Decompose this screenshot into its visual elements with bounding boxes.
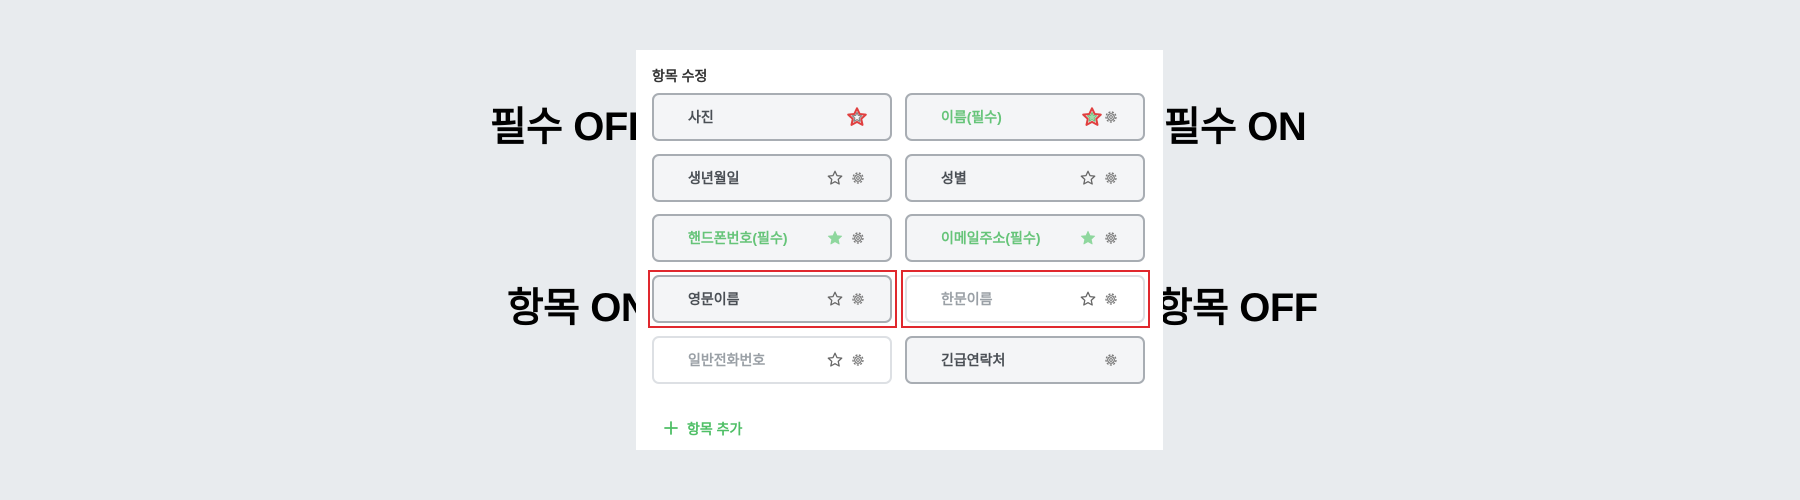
item-label: 생년월일 [688, 170, 740, 186]
star-outline-icon[interactable] [826, 290, 844, 308]
item-landline[interactable]: 일반전화번호 [652, 336, 892, 384]
item-label: 영문이름 [688, 291, 740, 307]
star-filled-icon[interactable] [826, 229, 844, 247]
edit-items-panel: 항목 수정 사진 이름(필수) 생년월일 성별 핸드폰번호(필수) 이메일주소(… [636, 50, 1163, 450]
annotation-required-off: 필수 OFF [490, 105, 652, 149]
star-outline-icon[interactable] [1079, 169, 1097, 187]
annotation-required-on: 필수 ON [1164, 105, 1307, 149]
item-label: 한문이름 [941, 291, 993, 307]
annotation-item-on: 항목 ON [507, 286, 650, 330]
star-outline-icon[interactable] [1079, 290, 1097, 308]
annotation-item-off: 항목 OFF [1156, 286, 1318, 330]
item-english-name[interactable]: 영문이름 [652, 275, 892, 323]
gear-icon[interactable] [1103, 352, 1119, 368]
star-icon[interactable] [846, 106, 868, 128]
gear-icon[interactable] [1103, 230, 1119, 246]
item-label: 성별 [941, 170, 967, 186]
item-chinese-name[interactable]: 한문이름 [905, 275, 1145, 323]
gear-icon[interactable] [1103, 109, 1119, 125]
item-label: 이름(필수) [941, 109, 1002, 125]
add-item-label: 항목 추가 [687, 421, 743, 437]
item-label: 이메일주소(필수) [941, 230, 1041, 246]
item-label: 일반전화번호 [688, 352, 766, 368]
star-icon[interactable] [1081, 106, 1103, 128]
item-label: 사진 [688, 109, 714, 125]
item-photo[interactable]: 사진 [652, 93, 892, 141]
gear-icon[interactable] [1103, 291, 1119, 307]
star-outline-icon[interactable] [826, 169, 844, 187]
item-gender[interactable]: 성별 [905, 154, 1145, 202]
item-email[interactable]: 이메일주소(필수) [905, 214, 1145, 262]
item-label: 핸드폰번호(필수) [688, 230, 788, 246]
item-phone[interactable]: 핸드폰번호(필수) [652, 214, 892, 262]
gear-icon[interactable] [850, 230, 866, 246]
item-emergency-contact[interactable]: 긴급연락처 [905, 336, 1145, 384]
item-label: 긴급연락처 [941, 352, 1006, 368]
plus-icon [664, 421, 678, 435]
item-name[interactable]: 이름(필수) [905, 93, 1145, 141]
gear-icon[interactable] [1103, 170, 1119, 186]
gear-icon[interactable] [850, 352, 866, 368]
star-filled-icon[interactable] [1079, 229, 1097, 247]
panel-title: 항목 수정 [652, 68, 708, 84]
gear-icon[interactable] [850, 170, 866, 186]
item-birthdate[interactable]: 생년월일 [652, 154, 892, 202]
star-outline-icon[interactable] [826, 351, 844, 369]
gear-icon[interactable] [850, 291, 866, 307]
